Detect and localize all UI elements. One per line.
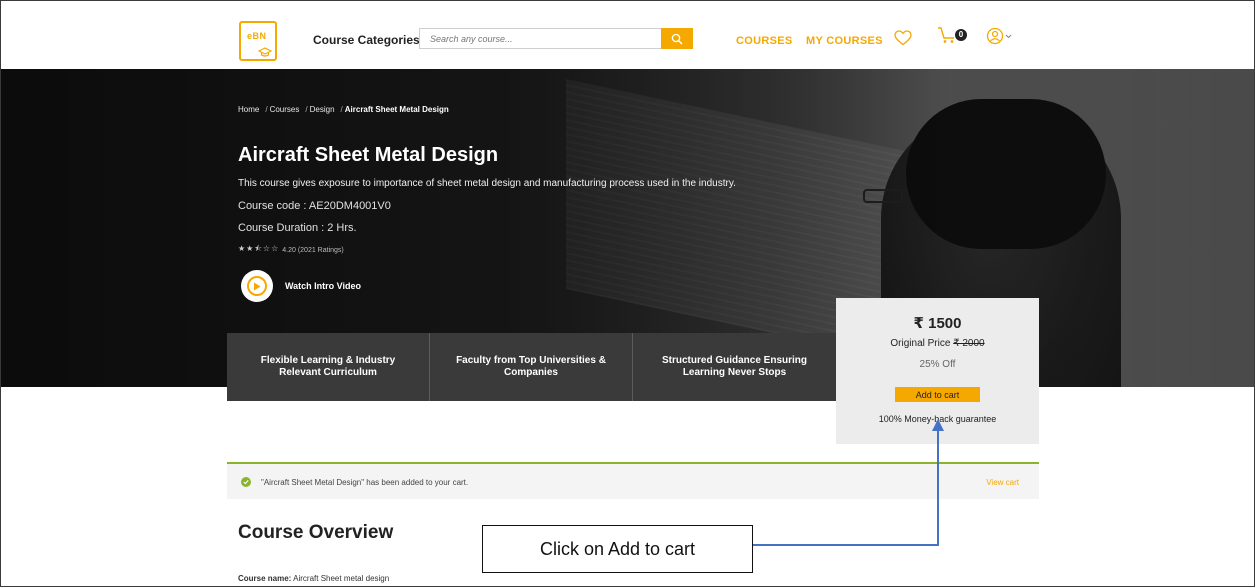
rating-text: 4.20 (2021 Ratings): [282, 246, 344, 254]
breadcrumb-design[interactable]: Design: [310, 105, 335, 114]
breadcrumb: Home / Courses / Design / Aircraft Sheet Metal…: [238, 105, 449, 114]
ebn-logo[interactable]: eBN: [239, 21, 277, 61]
user-account-icon[interactable]: [986, 27, 1014, 45]
breadcrumb-current: Aircraft Sheet Metal Design: [344, 105, 449, 114]
course-name-line: Course name: Aircraft Sheet metal design: [238, 574, 389, 583]
cart-count-badge: 0: [955, 29, 967, 41]
cart-notice: "Aircraft Sheet Metal Design" has been a…: [227, 462, 1039, 499]
cart-notice-text: "Aircraft Sheet Metal Design" has been a…: [261, 478, 469, 487]
play-icon: [254, 282, 261, 290]
graduation-cap-icon: [258, 47, 272, 57]
original-price-label: Original Price: [890, 338, 951, 349]
course-duration: Course Duration : 2 Hrs.: [238, 222, 357, 234]
add-to-cart-button[interactable]: Add to cart: [895, 387, 980, 402]
original-price: Original Price ₹ 2000: [836, 338, 1039, 349]
view-cart-link[interactable]: View cart: [986, 478, 1019, 487]
feature-flexible-learning: Flexible Learning & Industry Relevant Cu…: [227, 333, 430, 401]
course-code: Course code : AE20DM4001V0: [238, 200, 391, 212]
annotation-callout: Click on Add to cart: [482, 525, 753, 573]
search-icon: [671, 33, 683, 44]
watch-intro-video-link[interactable]: Watch Intro Video: [285, 281, 361, 291]
rating-stars: ★★⯪☆☆: [238, 244, 280, 253]
site-header: eBN Course Categories COURSES MY COURSES: [1, 1, 1254, 69]
feature-guidance: Structured Guidance Ensuring Learning Ne…: [661, 355, 808, 378]
original-price-value: ₹ 2000: [953, 338, 985, 349]
page-frame: eBN Course Categories COURSES MY COURSES: [0, 0, 1255, 587]
course-description: This course gives exposure to importance…: [238, 178, 736, 189]
breadcrumb-home[interactable]: Home: [238, 105, 259, 114]
nav-courses[interactable]: COURSES: [736, 35, 793, 47]
money-back-guarantee: 100% Money-back guarantee: [878, 414, 997, 424]
course-rating: ★★⯪☆☆ 4.20 (2021 Ratings): [238, 243, 344, 257]
course-overview-heading: Course Overview: [238, 522, 394, 543]
price-card: ₹ 1500 Original Price ₹ 2000 25% Off Add…: [836, 298, 1039, 444]
nav-my-courses[interactable]: MY COURSES: [806, 35, 883, 47]
feature-faculty: Faculty from Top Universities & Companie…: [430, 333, 633, 401]
search-box: [419, 28, 663, 49]
course-name-value: Aircraft Sheet metal design: [293, 574, 390, 583]
logo-text: eBN: [247, 31, 267, 41]
course-title: Aircraft Sheet Metal Design: [238, 144, 499, 166]
course-categories-menu[interactable]: Course Categories: [313, 33, 420, 47]
course-name-key: Course name:: [238, 574, 292, 583]
current-price: ₹ 1500: [913, 315, 962, 332]
breadcrumb-courses[interactable]: Courses: [270, 105, 300, 114]
wishlist-heart-icon[interactable]: [894, 30, 912, 46]
play-video-button[interactable]: [241, 270, 273, 302]
discount-label: 25% Off: [919, 359, 956, 370]
check-circle-icon: [241, 477, 251, 487]
feature-bar: Flexible Learning & Industry Relevant Cu…: [227, 333, 836, 401]
search-input[interactable]: [420, 29, 662, 49]
search-button[interactable]: [661, 28, 693, 49]
